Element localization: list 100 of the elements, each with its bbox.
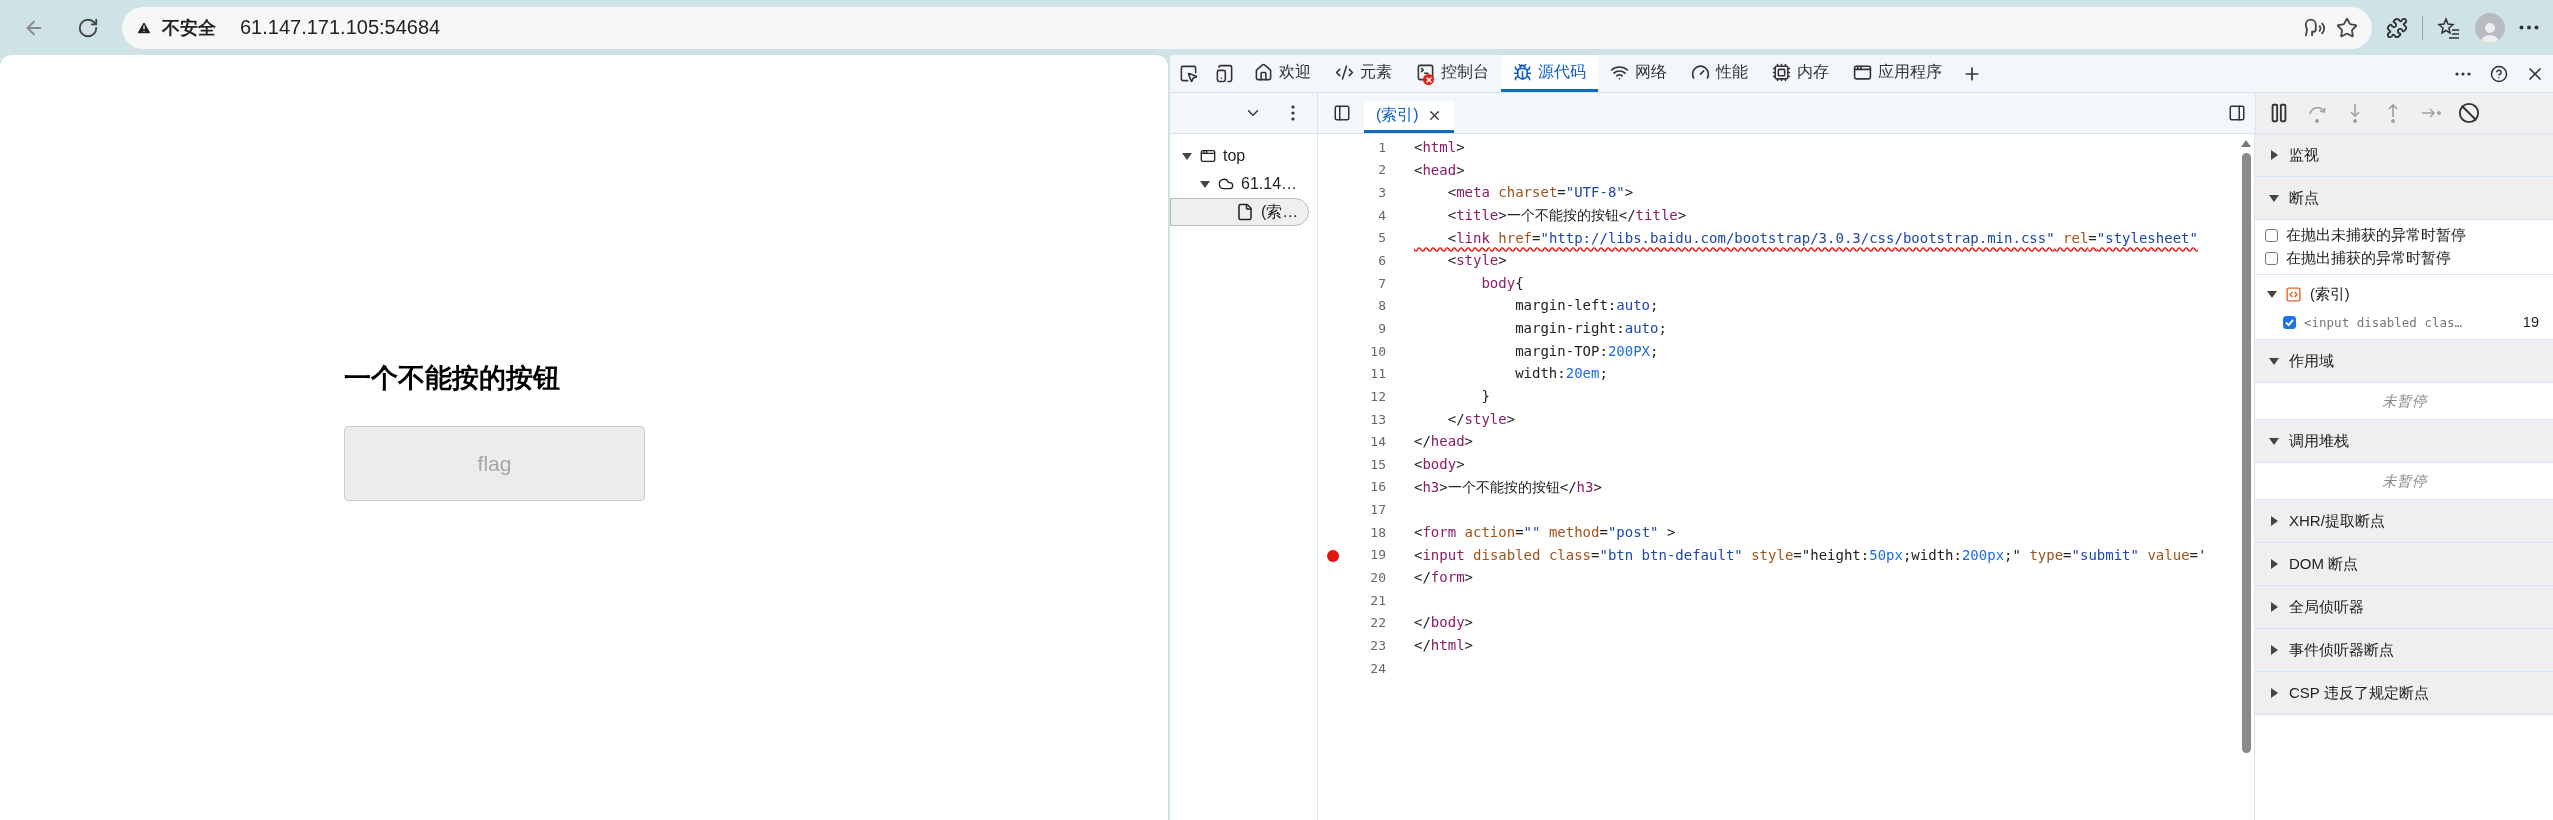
more-icon [2455,71,2471,76]
section-header[interactable]: 监视 [2255,134,2553,177]
chip-icon [1772,62,1791,82]
code-line: <head> [1414,160,1465,180]
code-line: margin-left:auto; [1514,296,1659,316]
expand-arrow-icon[interactable] [2269,602,2279,612]
selected-tree-item[interactable]: (索… [1170,198,1309,226]
code-line: <html> [1414,138,1465,157]
tree-item-label[interactable]: 61.14… [1241,175,1298,193]
section-header[interactable]: 断点 [2255,177,2553,220]
vertical-dots-icon [1291,105,1295,121]
code-line: </html> [1414,636,1473,656]
line-number: 4 [1378,207,1386,223]
more-icon[interactable] [2519,25,2539,30]
code-line: </body> [1414,613,1473,633]
code-line: </head> [1414,432,1473,452]
line-number: 16 [1370,479,1386,495]
terminal-icon [1416,62,1435,82]
collapse-arrow-icon[interactable] [2269,193,2279,203]
section-header[interactable]: CSP 违反了规定断点 [2255,672,2553,715]
warning-icon [136,19,152,36]
line-number: 7 [1378,275,1386,291]
editor-tab[interactable]: (索引) [1364,101,1454,133]
expand-arrow-icon[interactable] [2269,516,2279,526]
devtools-tab[interactable]: 应用程序 [1841,55,1954,92]
frame-icon [1200,148,1216,164]
window-icon [1853,62,1872,82]
checkbox[interactable] [2265,252,2278,265]
code-line: <link href="http://libs.baidu.com/bootstrap/3.0.3/css/bootstrap.min.css" rel="stylesheet" [1446,228,2198,248]
code-line: <meta charset="UTF-8"> [1446,183,1634,203]
expand-arrow-icon[interactable] [2269,688,2279,698]
code-line: <style> [1446,251,1507,271]
scroll-up-icon[interactable] [2241,140,2251,147]
section-header[interactable]: XHR/提取断点 [2255,500,2553,543]
panel-left-icon [1333,104,1351,122]
option-label: 在抛出未捕获的异常时暂停 [2286,226,2466,245]
section-header[interactable]: DOM 断点 [2255,543,2553,586]
gauge-icon [1691,62,1710,82]
favorites-icon[interactable] [2437,15,2461,40]
address-bar[interactable]: 不安全 61.147.171.105:54684 [122,6,2372,49]
section-header[interactable]: 调用堆栈 [2255,420,2553,463]
file-name: (索引) [2310,284,2350,304]
code-line: } [1480,387,1490,407]
breakpoint-code: <input disabled clas… [2304,314,2464,330]
devtools-tab[interactable]: 网络 [1598,55,1679,92]
bug-icon [1513,62,1532,82]
line-number: 10 [1370,343,1386,359]
code-line: </form> [1414,568,1473,588]
breakpoint-marker[interactable] [1327,549,1339,562]
section-header[interactable]: 事件侦听器断点 [2255,629,2553,672]
devtools-tab[interactable]: 控制台 [1404,55,1501,92]
expand-arrow-icon[interactable] [2269,645,2279,655]
line-number: 12 [1370,388,1386,404]
extensions-icon[interactable] [2386,16,2408,39]
collapse-arrow-icon[interactable] [2269,436,2279,446]
home-icon [1254,62,1273,82]
inspect-icon [1178,64,1198,83]
reload-icon [77,16,99,39]
line-number: 8 [1378,298,1386,314]
code-line: <body> [1414,454,1465,474]
devtools-tab[interactable]: 内存 [1760,55,1841,92]
code-file-icon [2285,285,2302,303]
line-number: 5 [1378,230,1386,246]
code-line: <input disabled class="btn btn-default" style="height:50px;width:200px;" type="submit" value=' [1414,545,2207,565]
line-number: 2 [1378,162,1386,178]
devtools-tab[interactable]: 元素 [1323,55,1404,92]
collapse-arrow-icon[interactable] [2267,289,2277,299]
line-number: 17 [1370,502,1386,518]
devtools-tab[interactable]: 性能 [1679,55,1760,92]
code-line: margin-TOP:200PX; [1514,341,1659,361]
collapse-arrow-icon[interactable] [1182,151,1192,161]
collapse-arrow-icon[interactable] [1200,179,1210,189]
section-header[interactable]: 作用域 [2255,340,2553,383]
section-header[interactable]: 全局侦听器 [2255,586,2553,629]
line-number: 11 [1370,366,1386,382]
line-number: 22 [1370,615,1386,631]
checkbox[interactable] [2265,229,2278,242]
line-number: 1 [1378,139,1386,155]
line-number: 24 [1370,660,1386,676]
tree-item-label[interactable]: top [1223,147,1246,165]
code-line: width:20em; [1514,364,1608,384]
code-line: <form action="" method="post" > [1414,522,1676,542]
expand-arrow-icon[interactable] [2269,150,2279,160]
star-icon[interactable] [2336,16,2358,39]
code-line: body{ [1480,273,1524,293]
devtools-tab[interactable]: 源代码 [1501,55,1598,92]
line-number: 9 [1378,320,1386,336]
read-aloud-icon[interactable] [2304,16,2326,39]
page-heading: 一个不能按的按钮 [344,362,561,395]
devices-icon [1214,64,1234,83]
code-line: margin-right:auto; [1514,319,1667,339]
collapse-arrow-icon[interactable] [2269,356,2279,366]
line-number: 6 [1378,253,1386,268]
checkbox[interactable] [2283,315,2296,329]
devtools-tab[interactable]: 欢迎 [1242,55,1323,92]
expand-arrow-icon[interactable] [2269,559,2279,569]
line-number: 14 [1370,434,1386,450]
panel-right-icon [2228,104,2246,122]
scroll-thumb[interactable] [2241,153,2251,753]
line-number: 20 [1370,570,1386,585]
